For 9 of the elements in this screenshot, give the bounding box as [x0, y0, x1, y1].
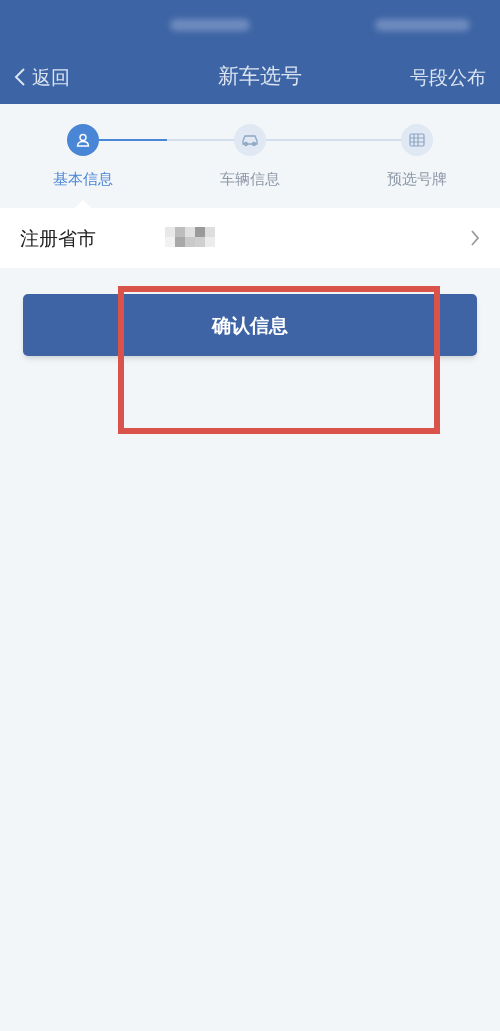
confirm-button[interactable]: 确认信息	[23, 294, 477, 356]
page-title: 新车选号	[218, 63, 302, 91]
step-label[interactable]: 基本信息	[53, 168, 114, 191]
step-label[interactable]: 预选号牌	[386, 168, 447, 191]
field-label: 注册省市	[20, 225, 97, 251]
province-row[interactable]: 注册省市	[0, 208, 500, 268]
back-button[interactable]: 返回	[14, 62, 70, 92]
segment-announce-link[interactable]: 号段公布	[410, 62, 486, 92]
step-label[interactable]: 车辆信息	[220, 168, 280, 191]
